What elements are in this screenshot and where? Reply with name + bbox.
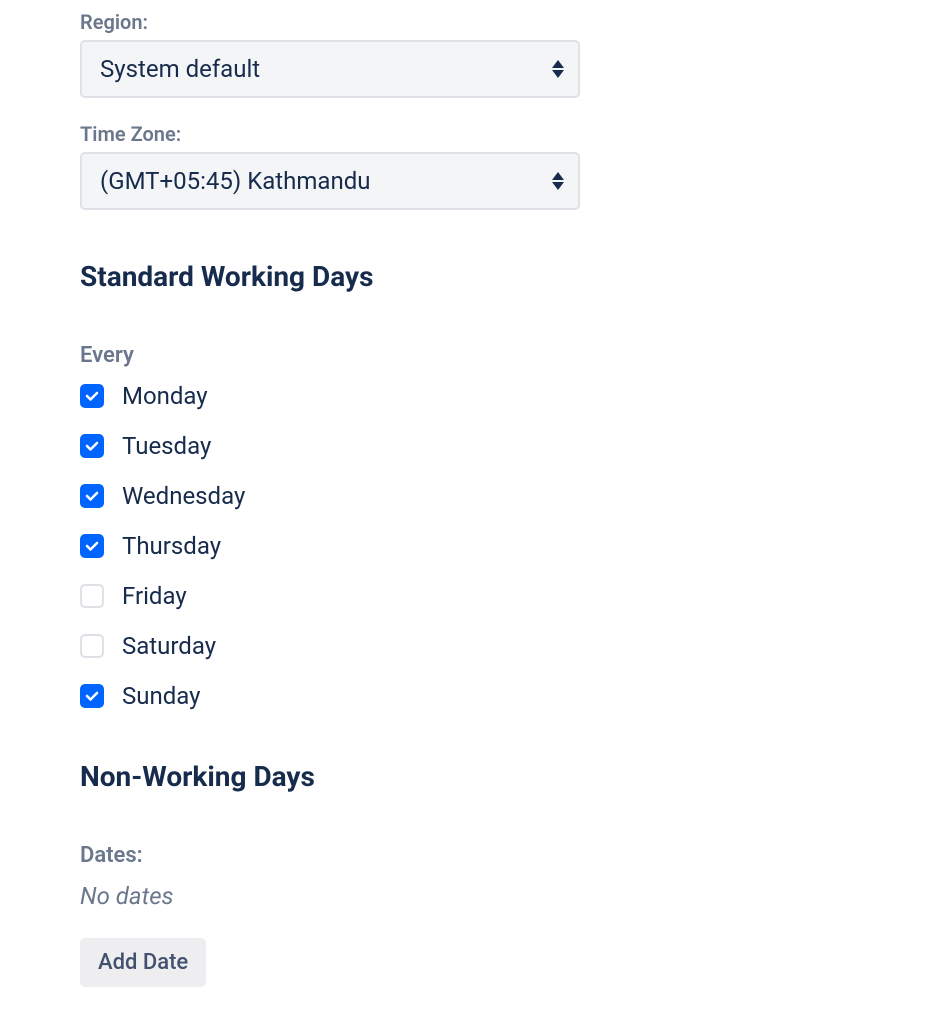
checkbox-label-sunday[interactable]: Sunday (122, 682, 201, 710)
check-icon (84, 438, 100, 454)
check-icon (84, 488, 100, 504)
checkbox-row-tuesday: Tuesday (80, 432, 862, 460)
no-dates-text: No dates (80, 882, 862, 910)
timezone-label: Time Zone: (80, 122, 862, 146)
checkbox-thursday[interactable] (80, 534, 104, 558)
checkbox-label-saturday[interactable]: Saturday (122, 632, 216, 660)
working-days-heading: Standard Working Days (80, 260, 862, 293)
checkbox-row-wednesday: Wednesday (80, 482, 862, 510)
checkbox-row-monday: Monday (80, 382, 862, 410)
timezone-select[interactable]: (GMT+05:45) Kathmandu (80, 152, 580, 210)
region-select-wrapper: System default (80, 40, 580, 98)
checkbox-tuesday[interactable] (80, 434, 104, 458)
timezone-field-group: Time Zone: (GMT+05:45) Kathmandu (80, 122, 862, 210)
checkbox-row-saturday: Saturday (80, 632, 862, 660)
checkbox-label-friday[interactable]: Friday (122, 582, 187, 610)
dates-section: Dates: No dates Add Date (80, 843, 862, 987)
checkbox-saturday[interactable] (80, 634, 104, 658)
check-icon (84, 688, 100, 704)
timezone-select-wrapper: (GMT+05:45) Kathmandu (80, 152, 580, 210)
region-field-group: Region: System default (80, 10, 862, 98)
checkbox-row-sunday: Sunday (80, 682, 862, 710)
working-days-list: Monday Tuesday Wednesday Thursday Friday… (80, 382, 862, 710)
region-label: Region: (80, 10, 862, 34)
checkbox-sunday[interactable] (80, 684, 104, 708)
checkbox-label-tuesday[interactable]: Tuesday (122, 432, 211, 460)
checkbox-row-friday: Friday (80, 582, 862, 610)
checkbox-monday[interactable] (80, 384, 104, 408)
checkbox-label-wednesday[interactable]: Wednesday (122, 482, 245, 510)
check-icon (84, 538, 100, 554)
checkbox-wednesday[interactable] (80, 484, 104, 508)
checkbox-row-thursday: Thursday (80, 532, 862, 560)
dates-label: Dates: (80, 843, 862, 868)
add-date-button[interactable]: Add Date (80, 938, 206, 987)
check-icon (84, 388, 100, 404)
checkbox-friday[interactable] (80, 584, 104, 608)
every-label: Every (80, 343, 862, 368)
checkbox-label-monday[interactable]: Monday (122, 382, 208, 410)
region-select[interactable]: System default (80, 40, 580, 98)
non-working-days-heading: Non-Working Days (80, 760, 862, 793)
checkbox-label-thursday[interactable]: Thursday (122, 532, 221, 560)
